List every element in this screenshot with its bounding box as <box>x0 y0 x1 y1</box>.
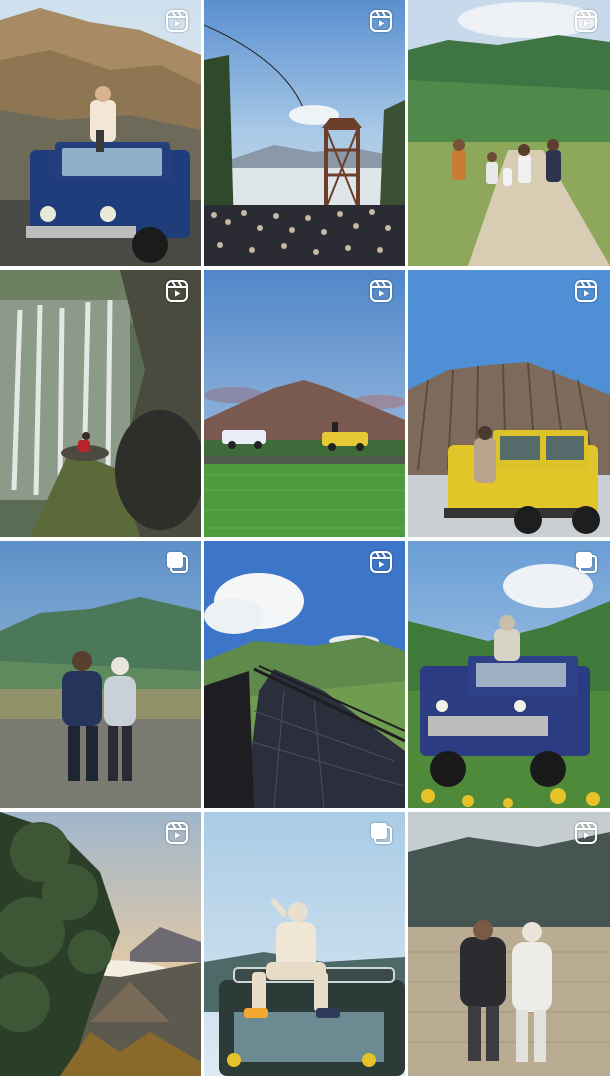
grid-post-7[interactable] <box>0 541 201 808</box>
post-thumbnail <box>408 270 610 537</box>
reels-icon <box>574 279 598 303</box>
post-thumbnail <box>204 0 405 266</box>
multiple-photos-icon <box>369 821 393 845</box>
post-thumbnail <box>408 541 610 808</box>
post-thumbnail <box>204 812 405 1076</box>
reels-icon <box>369 9 393 33</box>
grid-post-11[interactable] <box>204 812 405 1076</box>
grid-post-4[interactable] <box>0 270 201 537</box>
reels-icon <box>165 9 189 33</box>
post-thumbnail <box>0 270 201 537</box>
profile-post-grid <box>0 0 610 1076</box>
reels-icon <box>574 9 598 33</box>
reels-icon <box>369 279 393 303</box>
reels-icon <box>165 279 189 303</box>
grid-post-8[interactable] <box>204 541 405 808</box>
post-thumbnail <box>408 812 610 1076</box>
multiple-photos-icon <box>165 550 189 574</box>
post-thumbnail <box>0 812 201 1076</box>
reels-icon <box>369 550 393 574</box>
grid-post-3[interactable] <box>408 0 610 266</box>
multiple-photos-icon <box>574 550 598 574</box>
grid-post-10[interactable] <box>0 812 201 1076</box>
post-thumbnail <box>204 270 405 537</box>
post-thumbnail <box>408 0 610 266</box>
grid-post-2[interactable] <box>204 0 405 266</box>
reels-icon <box>574 821 598 845</box>
grid-post-5[interactable] <box>204 270 405 537</box>
post-thumbnail <box>0 541 201 808</box>
grid-post-1[interactable] <box>0 0 201 266</box>
post-thumbnail <box>0 0 201 266</box>
grid-post-9[interactable] <box>408 541 610 808</box>
post-thumbnail <box>204 541 405 808</box>
grid-post-12[interactable] <box>408 812 610 1076</box>
grid-post-6[interactable] <box>408 270 610 537</box>
reels-icon <box>165 821 189 845</box>
